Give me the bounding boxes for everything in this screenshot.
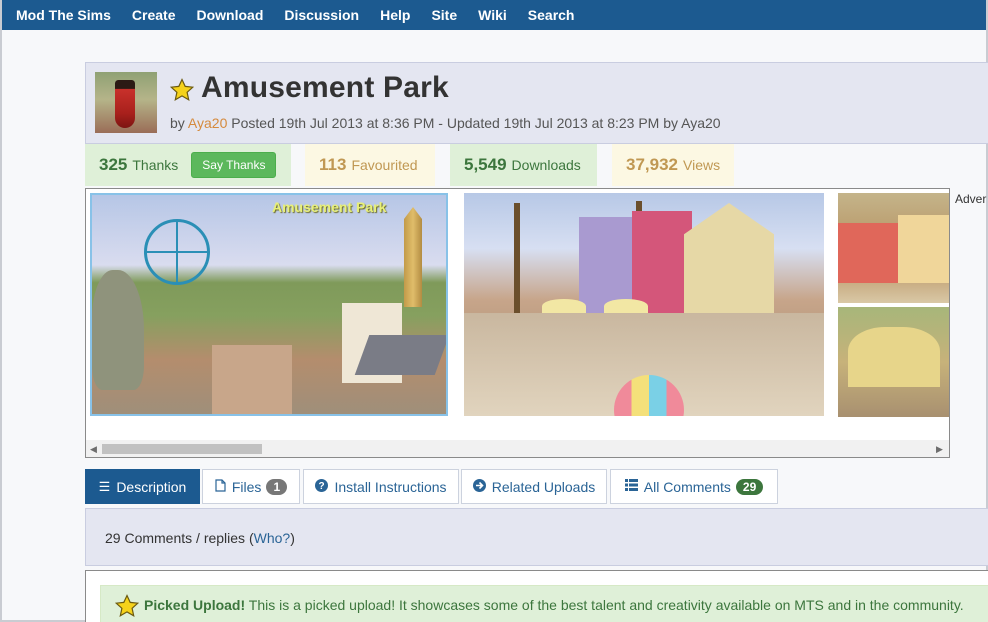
screenshot-gallery: Amusement Park ◀ ▶ <box>85 188 950 458</box>
tab-related-uploads[interactable]: Related Uploads <box>461 469 607 504</box>
nav-search[interactable]: Search <box>528 7 575 23</box>
tab-install-instructions[interactable]: ? Install Instructions <box>303 469 459 504</box>
advert-label: Adver <box>955 192 987 206</box>
walkway <box>212 345 292 414</box>
tab-files[interactable]: Files 1 <box>202 469 300 504</box>
yellow-house <box>684 203 774 328</box>
comments-count-text: 29 Comments / replies <box>105 530 246 546</box>
scroll-left-icon[interactable]: ◀ <box>90 444 97 455</box>
star-icon <box>115 594 139 618</box>
downloads-count: 5,549 <box>464 155 507 174</box>
posted-text: Posted 19th Jul 2013 at 8:36 PM - Update… <box>231 115 721 131</box>
tab-label: All Comments <box>643 478 731 495</box>
views-label: Views <box>683 157 721 173</box>
byline-prefix: by <box>170 115 185 131</box>
nav-create[interactable]: Create <box>132 7 176 23</box>
nav-download[interactable]: Download <box>197 7 264 23</box>
screenshot-2[interactable] <box>464 193 824 416</box>
obelisk <box>404 207 422 307</box>
tab-label: Install Instructions <box>334 478 447 495</box>
booth <box>838 223 898 283</box>
scroll-right-icon[interactable]: ▶ <box>936 444 943 455</box>
downloads-label: Downloads <box>511 157 581 173</box>
thanks-label: Thanks <box>132 157 179 173</box>
avatar-figure <box>115 80 135 128</box>
upload-header: Amusement Park by Aya20 Posted 19th Jul … <box>85 62 988 144</box>
say-thanks-button[interactable]: Say Thanks <box>191 152 277 178</box>
palm-tree <box>514 203 520 313</box>
favourited-count: 113 <box>319 155 347 174</box>
top-nav: Mod The Sims Create Download Discussion … <box>2 0 986 30</box>
file-icon <box>215 478 226 495</box>
screenshot-4[interactable] <box>838 307 949 417</box>
nav-discussion[interactable]: Discussion <box>284 7 359 23</box>
screenshot-3[interactable] <box>838 193 949 303</box>
nav-site[interactable]: Site <box>431 7 457 23</box>
description-panel: Picked Upload! This is a picked upload! … <box>85 570 988 622</box>
author-link[interactable]: Aya20 <box>188 115 227 131</box>
ferris-wheel <box>144 219 210 285</box>
views-stat: 37,932 Views <box>612 144 734 186</box>
nav-help[interactable]: Help <box>380 7 410 23</box>
favourited-label: Favourited <box>351 157 418 173</box>
list-icon: ☰ <box>98 478 111 494</box>
screenshot-caption: Amusement Park <box>272 199 387 215</box>
tab-label: Files <box>231 478 262 495</box>
comments-panel: 29 Comments / replies (Who?) <box>85 508 988 566</box>
umbrella <box>542 299 586 313</box>
downloads-stat: 5,549 Downloads <box>450 144 597 186</box>
booth <box>898 215 949 283</box>
arrow-circle-icon <box>472 478 486 495</box>
who-link[interactable]: Who? <box>254 530 291 546</box>
thanks-count: 325 <box>99 155 128 174</box>
tab-label: Related Uploads <box>491 478 596 495</box>
nav-wiki[interactable]: Wiki <box>478 7 507 23</box>
page-title: Amusement Park <box>201 71 449 104</box>
picked-upload-text: Picked Upload! This is a picked upload! … <box>144 597 964 613</box>
byline: by Aya20 Posted 19th Jul 2013 at 8:36 PM… <box>170 115 721 131</box>
tab-description[interactable]: ☰ Description <box>85 469 200 504</box>
comments-summary: 29 Comments / replies (Who?) <box>105 530 295 546</box>
star-icon <box>170 78 194 102</box>
picked-upload-title: Picked Upload! <box>144 597 246 613</box>
views-count: 37,932 <box>626 155 678 174</box>
svg-text:?: ? <box>319 481 325 492</box>
gallery-scrollbar[interactable]: ◀ ▶ <box>86 440 949 457</box>
author-avatar[interactable] <box>95 72 157 133</box>
tab-label: Description <box>116 478 187 495</box>
files-count-badge: 1 <box>266 478 288 495</box>
nav-mod-the-sims[interactable]: Mod The Sims <box>16 7 111 23</box>
comments-count-badge: 29 <box>735 478 764 495</box>
picked-upload-alert: Picked Upload! This is a picked upload! … <box>100 585 988 622</box>
tab-all-comments[interactable]: All Comments 29 <box>610 469 778 504</box>
favourited-stat: 113 Favourited <box>305 144 435 186</box>
grid-list-icon <box>624 479 638 494</box>
screenshot-1[interactable]: Amusement Park <box>90 193 448 416</box>
roof <box>354 335 446 375</box>
picked-upload-message: This is a picked upload! It showcases so… <box>248 597 964 613</box>
umbrella <box>604 299 648 313</box>
dinosaur-statue <box>92 270 144 390</box>
thanks-stat: 325 Thanks Say Thanks <box>85 144 291 186</box>
scrollbar-thumb[interactable] <box>102 444 262 454</box>
archway <box>848 327 940 387</box>
question-icon: ? <box>315 478 329 495</box>
